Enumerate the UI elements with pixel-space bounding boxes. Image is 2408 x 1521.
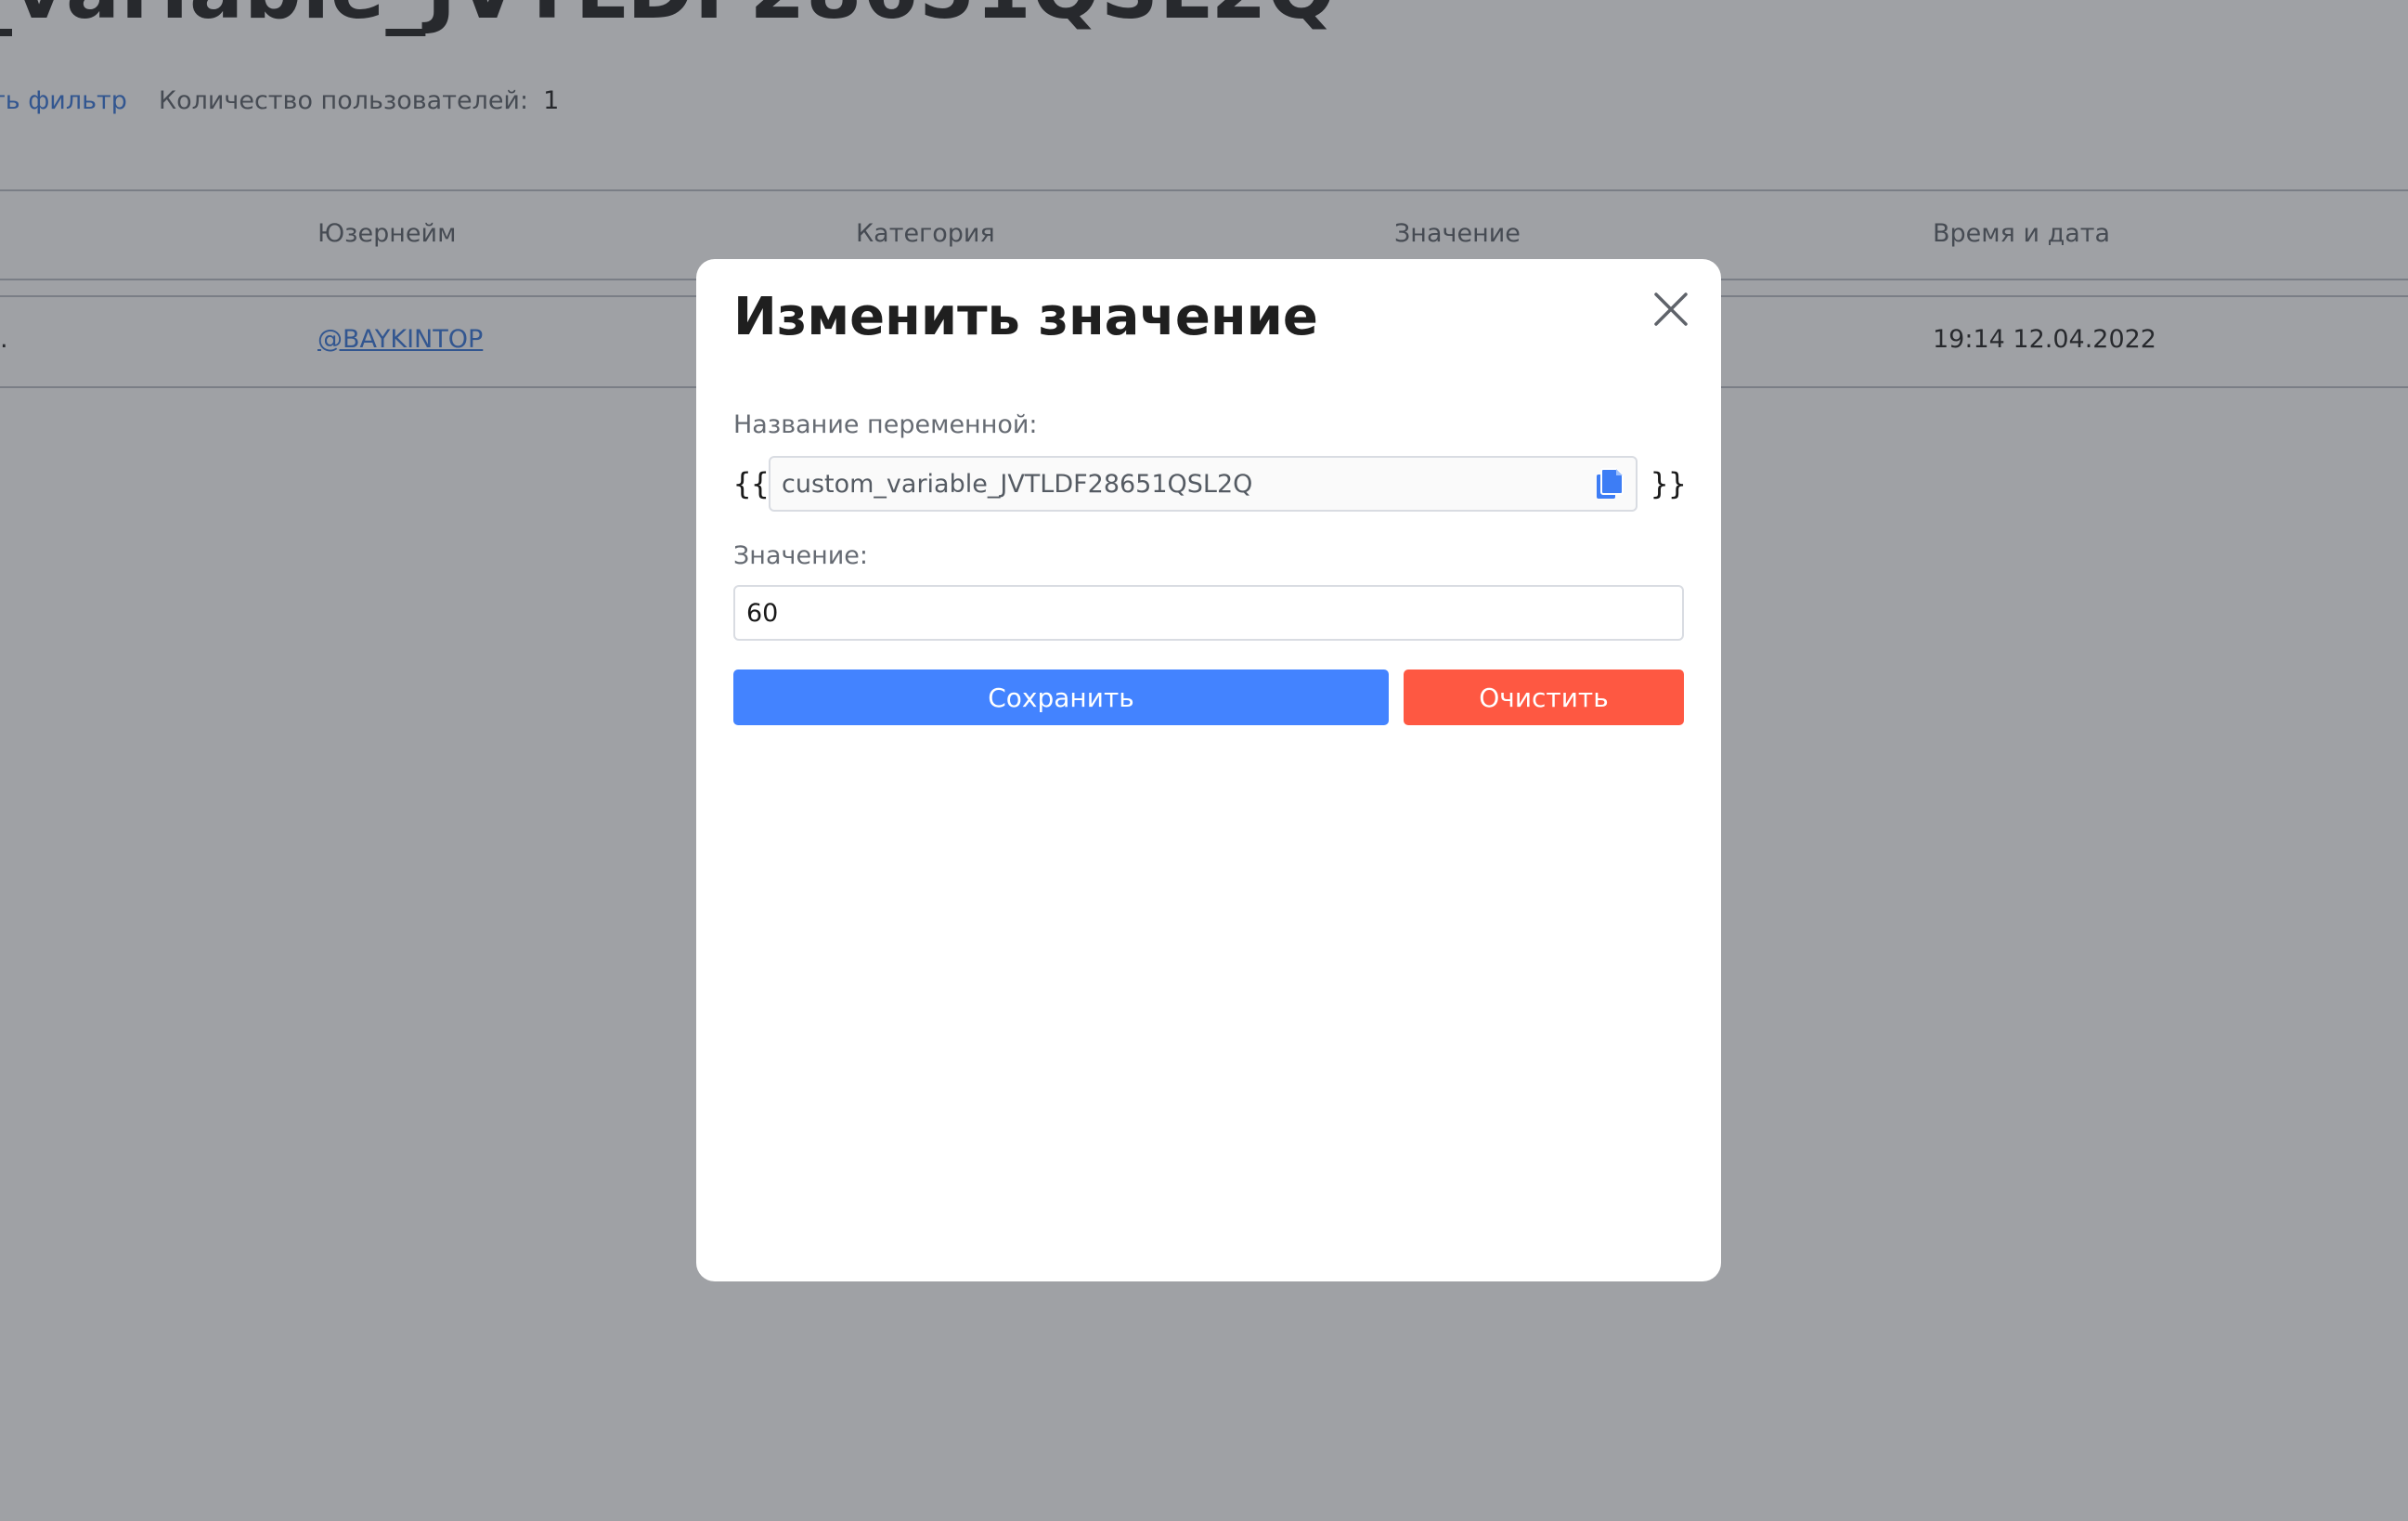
value-input[interactable] (733, 585, 1684, 641)
save-button[interactable]: Сохранить (733, 670, 1389, 725)
clear-button[interactable]: Очистить (1404, 670, 1684, 725)
value-label: Значение: (733, 541, 868, 570)
variable-name-row: {{ custom_variable_JVTLDF28651QSL2Q }} (733, 456, 1687, 512)
open-brace: {{ (733, 466, 770, 501)
modal-title: Изменить значение (733, 287, 1318, 347)
variable-name-field[interactable]: custom_variable_JVTLDF28651QSL2Q (769, 456, 1638, 512)
close-brace: }} (1651, 466, 1687, 501)
close-button[interactable] (1649, 287, 1693, 332)
copy-icon (1597, 468, 1624, 499)
close-icon (1654, 292, 1688, 326)
copy-button[interactable] (1595, 467, 1625, 500)
page: _variable_JVTLDF28651QSL2Q ть фильтр Кол… (0, 0, 2408, 1521)
variable-name-label: Название переменной: (733, 410, 1038, 439)
edit-value-modal: Изменить значение Название переменной: {… (696, 259, 1721, 1281)
variable-name-value: custom_variable_JVTLDF28651QSL2Q (782, 469, 1253, 499)
